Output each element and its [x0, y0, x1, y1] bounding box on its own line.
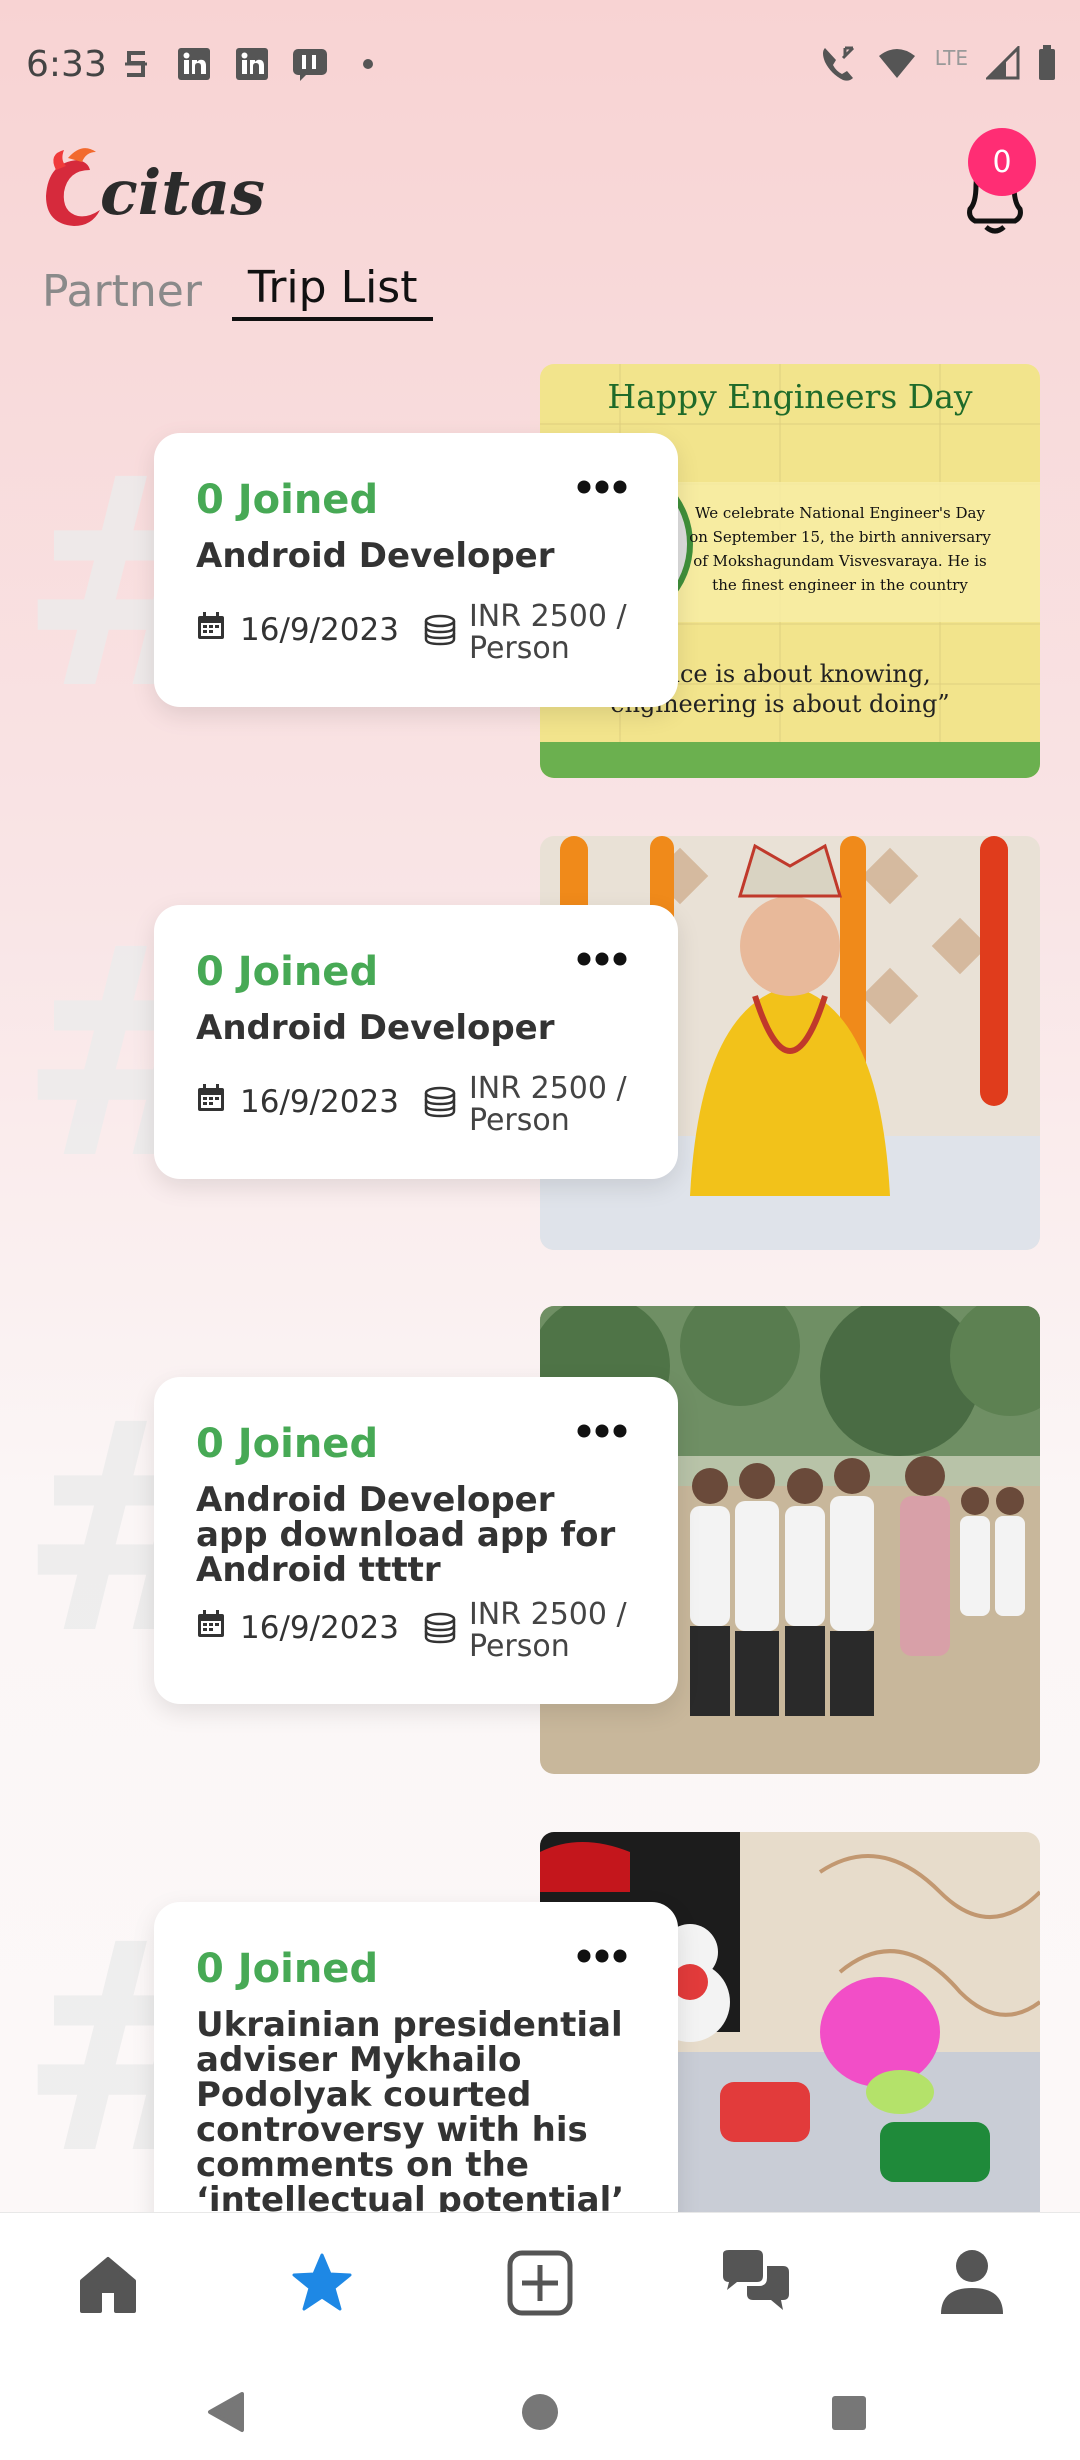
nav-profile-icon[interactable]	[932, 2243, 1012, 2323]
status-system-icons: LTE	[819, 44, 1056, 86]
trip-card[interactable]: 0 Joined Android Developer app download …	[154, 1377, 678, 1704]
more-options-icon[interactable]	[576, 479, 628, 499]
trip-date: 16/9/2023	[240, 1084, 399, 1120]
joined-count: 0 Joined	[196, 1946, 379, 1992]
more-options-icon[interactable]	[576, 951, 628, 971]
hash-decoration: #	[18, 1881, 261, 2218]
coins-icon	[423, 613, 457, 651]
message-app-icon	[292, 46, 328, 82]
logo-text: citas	[100, 156, 265, 229]
status-notification-icons	[118, 46, 386, 82]
engineers-day-line4: the finest engineer in the country	[712, 576, 968, 594]
recents-square-icon[interactable]	[830, 2394, 868, 2436]
hash-decoration: #	[18, 416, 261, 753]
hash-decoration: #	[18, 886, 261, 1223]
joined-count: 0 Joined	[196, 949, 379, 995]
trip-card[interactable]: 0 Joined Android Developer 16/9/2023 INR…	[154, 905, 678, 1179]
trip-card[interactable]: 0 Joined Ukrainian presidential adviser …	[154, 1902, 678, 2288]
trip-title: Android Developer app download app for A…	[196, 1480, 616, 1590]
calendar-icon	[196, 1609, 226, 1647]
engineers-day-title: Happy Engineers Day	[607, 377, 973, 416]
signal-icon	[984, 44, 1020, 84]
lte-label: LTE	[934, 46, 968, 70]
trip-meta: 16/9/2023 INR 2500 / Person	[196, 1073, 639, 1137]
trip-price: INR 2500 / Person	[468, 1597, 627, 1664]
trip-title: Android Developer	[196, 1008, 555, 1048]
tab-partner[interactable]: Partner	[42, 266, 202, 321]
linkedin-icon	[176, 46, 212, 82]
more-options-icon[interactable]	[576, 1948, 628, 1968]
status-time: 6:33	[26, 44, 107, 85]
engineers-day-line3: of Mokshagundam Visvesvaraya. He is	[693, 552, 986, 570]
engineers-day-line1: We celebrate National Engineer's Day	[695, 504, 985, 522]
wifi-calling-icon	[819, 44, 859, 86]
nav-favorites-star-icon[interactable]	[282, 2243, 362, 2323]
home-circle-icon[interactable]	[520, 2392, 560, 2436]
tab-bar: Partner Trip List	[42, 262, 434, 321]
trip-meta: 16/9/2023 INR 2500 / Person	[196, 601, 639, 665]
nav-add-icon[interactable]	[500, 2243, 580, 2323]
trip-card[interactable]: 0 Joined Android Developer 16/9/2023 INR…	[154, 433, 678, 707]
trip-title: Android Developer	[196, 536, 555, 576]
calendar-icon	[196, 1083, 226, 1121]
trip-price: INR 2500 / Person	[468, 599, 627, 666]
status-bar: 6:33 LTE	[0, 0, 1080, 130]
trip-date: 16/9/2023	[240, 1610, 399, 1646]
hash-decoration: #	[18, 1361, 261, 1698]
nav-chat-icon[interactable]	[716, 2243, 796, 2323]
wifi-icon	[877, 46, 917, 84]
joined-count: 0 Joined	[196, 1421, 379, 1467]
trip-price: INR 2500 / Person	[468, 1071, 627, 1138]
battery-icon	[1038, 45, 1056, 85]
app-logo: citas	[38, 140, 278, 240]
coins-icon	[423, 1611, 457, 1649]
notification-count-badge: 0	[968, 128, 1036, 196]
linkedin-icon	[234, 46, 270, 82]
engineers-day-line2: on September 15, the birth anniversary	[689, 528, 991, 546]
nav-home-icon[interactable]	[68, 2243, 148, 2323]
bottom-navigation	[0, 2212, 1080, 2353]
joined-count: 0 Joined	[196, 477, 379, 523]
calendar-icon	[196, 611, 226, 649]
dot-icon	[350, 46, 386, 82]
trip-date: 16/9/2023	[240, 612, 399, 648]
tab-trip-list[interactable]: Trip List	[231, 262, 434, 321]
trip-meta: 16/9/2023 INR 2500 / Person	[196, 1599, 639, 1663]
more-options-icon[interactable]	[576, 1423, 628, 1443]
system-navigation-bar	[0, 2352, 1080, 2460]
back-icon[interactable]	[206, 2390, 246, 2438]
app-s-icon	[118, 46, 154, 82]
coins-icon	[423, 1085, 457, 1123]
